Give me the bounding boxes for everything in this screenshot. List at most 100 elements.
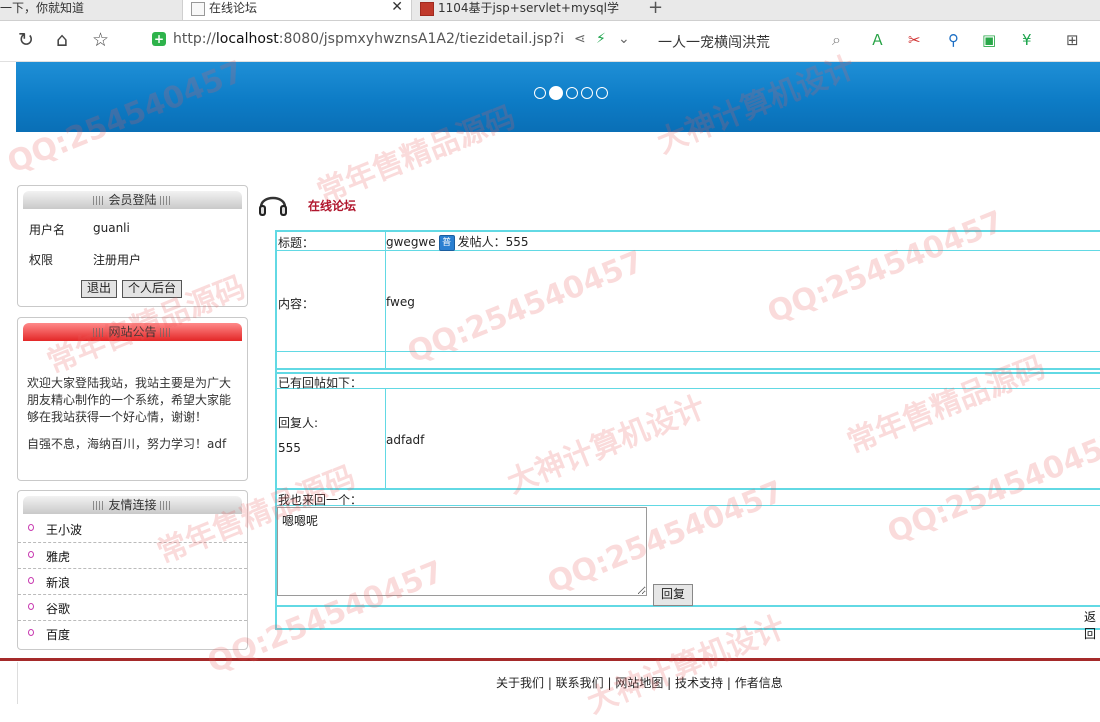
post-title: gwegwe [386,235,436,249]
friend-link-label[interactable]: 雅虎 [46,548,70,565]
address-bar[interactable]: + http://localhost:8080/jspmxyhwznsA1A2/… [150,29,640,53]
post-title-row: gwegwe 普发帖人：555 [386,233,529,251]
panel-header: 会员登陆 [23,191,242,209]
wallet-icon[interactable]: ¥ [1022,31,1032,49]
search-icon[interactable]: ⌕ [832,30,841,50]
carousel-dot-active[interactable] [549,85,563,100]
reload-icon[interactable]: ↻ [18,29,34,51]
table-divider [277,351,1100,352]
site-notice-panel: 网站公告 欢迎大家登陆我站，我站主要是为广大朋友精心制作的一个系统，希望大家能够… [17,317,248,481]
carousel-dot[interactable] [596,86,608,99]
site-footer: 关于我们 | 联系我们 | 网站地图 | 技术支持 | 作者信息 [17,662,1100,704]
title-label: 标题： [278,236,315,250]
hero-banner [16,62,1100,132]
secure-shield-icon: + [152,32,166,46]
apps-grid-icon[interactable]: ⊞ [1066,31,1079,49]
friend-link-item[interactable]: 王小波 [18,516,247,542]
page-title: 在线论坛 [308,199,357,213]
notice-motto: 自强不息，海纳百川，努力学习！adf [27,437,227,451]
bullet-icon [28,603,34,610]
username-value: guanli [93,221,130,235]
reply-button[interactable]: 回复 [653,584,693,606]
grip-icon [93,196,106,205]
role-label: 权限 [29,253,54,267]
translate-icon[interactable]: Ａ [870,31,885,49]
tab-title: 1104基于jsp+servlet+mysql学 [438,1,619,15]
grip-icon [93,328,106,337]
friend-link-item[interactable]: 百度 [18,620,247,647]
browser-toolbar: ↻ ⌂ ☆ + http://localhost:8080/jspmxyhwzn… [0,21,1100,62]
notice-text: 欢迎大家登陆我站，我站主要是为广大朋友精心制作的一个系统，希望大家能够在我站获得… [27,376,232,424]
poster-label: 发帖人： [457,235,506,249]
panel-title: 会员登陆 [108,193,157,207]
tab-title: 在线论坛 [209,1,258,15]
friend-link-label[interactable]: 新浪 [46,574,70,591]
new-tab-icon[interactable]: + [648,0,663,18]
tab-title: 一下，你就知道 [0,1,85,15]
carousel-dot[interactable] [581,86,593,99]
friend-link-label[interactable]: 谷歌 [46,600,70,617]
bookmark-star-icon[interactable]: ☆ [92,29,109,51]
compose-label: 我也来回一个： [278,493,363,507]
table-divider [277,488,1100,490]
friend-link-item[interactable]: 雅虎 [18,542,247,569]
role-value: 注册用户 [93,253,142,267]
search-box[interactable]: 一人一宠横闯洪荒 ⌕ [650,29,845,53]
panel-title: 网站公告 [108,325,157,339]
post-content: fweg [386,295,415,309]
page-favicon-icon [191,2,205,16]
reply-textarea[interactable]: 嗯嗯呢 [277,507,647,596]
back-link[interactable]: 返回 [1084,608,1100,642]
browser-tab[interactable]: 1104基于jsp+servlet+mysql学 [412,0,640,20]
member-level-badge-icon: 普 [438,234,455,251]
grip-icon [159,196,172,205]
grip-icon [159,328,172,337]
logout-button[interactable]: 退出 [81,280,118,298]
carousel-dot[interactable] [534,86,546,99]
share-icon[interactable]: ⋖ [574,31,586,47]
replier-value: 555 [278,441,301,455]
lightning-icon[interactable]: ⚡ [596,31,606,47]
panel-header: 网站公告 [23,323,242,341]
member-login-panel: 会员登陆 用户名 guanli 权限 注册用户 退出 个人后台 [17,185,248,307]
chevron-down-icon[interactable]: ⌄ [618,31,630,47]
content-label: 内容： [278,297,315,311]
grip-icon [159,501,172,510]
home-icon[interactable]: ⌂ [56,29,68,51]
gamepad-icon[interactable]: ▣ [982,31,996,49]
username-label: 用户名 [29,223,66,237]
panel-header: 友情连接 [23,496,242,514]
magnifier-icon[interactable]: ⚲ [948,31,959,49]
replies-heading: 已有回帖如下： [278,376,363,390]
carousel-dot[interactable] [566,86,578,99]
poster-value: 555 [505,235,529,249]
table-divider [277,368,1100,370]
table-divider [277,505,1100,506]
panel-title: 友情连接 [108,498,157,512]
friend-link-item[interactable]: 谷歌 [18,594,247,621]
friend-links-panel: 友情连接 王小波 雅虎 新浪 谷歌 百度 [17,490,248,650]
address-url[interactable]: http://localhost:8080/jspmxyhwznsA1A2/ti… [173,31,563,47]
grip-icon [93,501,106,510]
page-favicon-icon [420,2,434,16]
personal-backend-button[interactable]: 个人后台 [122,280,183,298]
bullet-icon [28,629,34,636]
table-divider [277,388,1100,389]
reply-content: adfadf [386,433,425,447]
friend-link-label[interactable]: 王小波 [46,521,82,538]
friend-link-label[interactable]: 百度 [46,626,70,643]
browser-tab[interactable]: 一下，你就知道 [0,0,178,20]
friend-link-item[interactable]: 新浪 [18,568,247,595]
search-text[interactable]: 一人一宠横闯洪荒 [658,32,770,52]
replier-label: 回复人: [278,416,319,430]
headphones-icon [259,196,287,216]
browser-tab-bar: 一下，你就知道 在线论坛 ✕ 1104基于jsp+servlet+mysql学 … [0,0,1100,21]
bullet-icon [28,524,34,531]
scissors-icon[interactable]: ✂ [908,31,921,49]
bullet-icon [28,551,34,558]
footer-links[interactable]: 关于我们 | 联系我们 | 网站地图 | 技术支持 | 作者信息 [496,674,783,691]
table-divider [277,372,1100,374]
browser-tab-active[interactable]: 在线论坛 ✕ [182,0,412,20]
close-tab-icon[interactable]: ✕ [391,0,403,15]
bullet-icon [28,577,34,584]
